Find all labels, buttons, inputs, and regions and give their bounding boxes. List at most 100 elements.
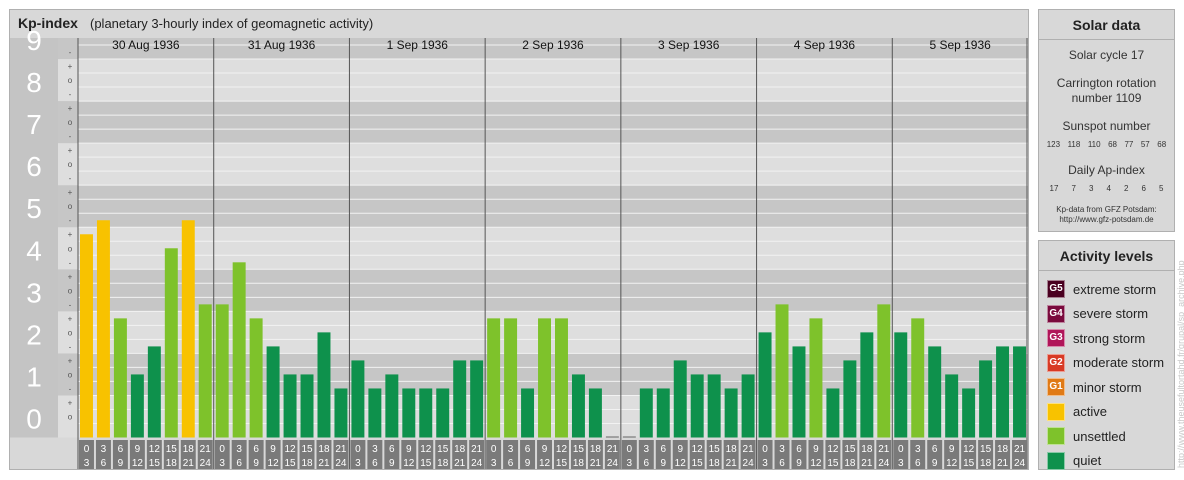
hour-end-label: 15: [827, 458, 839, 469]
hour-start-label: 6: [932, 444, 938, 455]
activity-level-item: G2 moderate storm: [1039, 351, 1174, 376]
kp-bar: [385, 374, 399, 438]
hour-end-label: 9: [932, 458, 938, 469]
sub-tick-label: -: [69, 258, 72, 267]
hour-end-label: 24: [471, 458, 483, 469]
hour-start-label: 0: [84, 444, 90, 455]
level-swatch: G5: [1047, 280, 1065, 299]
watermark-url: http://www.theusefultortahd.fr/grupal/sp…: [1176, 260, 1184, 468]
solar-cycle: Solar cycle 17: [1068, 48, 1145, 62]
ap-value: 3: [1088, 184, 1094, 193]
kp-bar: [758, 332, 772, 438]
kp-bar: [419, 388, 433, 438]
hour-start-label: 6: [253, 444, 259, 455]
data-source-line-1: Kp-data from GFZ Potsdam:: [1056, 205, 1157, 214]
kp-bar: [962, 388, 976, 438]
kp-bar: [979, 360, 993, 438]
y-tick-label: 1: [26, 361, 42, 392]
sub-tick-label: -: [69, 90, 72, 99]
kp-bar: [656, 388, 670, 438]
sub-tick-label: o: [68, 244, 73, 253]
level-label: extreme storm: [1073, 281, 1157, 297]
kp-bar: [690, 374, 704, 438]
hour-start-label: 3: [236, 444, 242, 455]
kp-bar: [80, 234, 93, 438]
sub-tick-label: o: [68, 118, 73, 127]
hour-end-label: 15: [963, 458, 975, 469]
level-label: moderate storm: [1073, 355, 1165, 371]
hour-start-label: 3: [915, 444, 921, 455]
hour-start-label: 18: [590, 444, 602, 455]
kp-bar: [181, 220, 195, 438]
kp-bar: [521, 388, 535, 438]
hour-start-label: 15: [166, 444, 178, 455]
y-tick-label: 4: [26, 235, 42, 266]
kp-bar: [707, 374, 721, 438]
sub-tick-label: +: [68, 188, 73, 197]
sunspot-value: 123: [1046, 140, 1061, 149]
kp-bar: [928, 346, 942, 438]
ap-value: 2: [1123, 184, 1129, 193]
hour-end-label: 24: [607, 458, 619, 469]
hour-start-label: 12: [963, 444, 975, 455]
y-tick-label: 5: [26, 193, 42, 224]
y-tick-label: 0: [26, 403, 42, 434]
sunspot-values: 123 118 110 68 77 57 68: [1039, 140, 1174, 149]
level-swatch: G3: [1047, 329, 1065, 348]
hour-start-label: 12: [420, 444, 432, 455]
day-label: 1 Sep 1936: [387, 38, 449, 52]
kp-bar: [130, 374, 144, 438]
activity-level-item: G1 minor storm: [1039, 375, 1174, 400]
data-source-link[interactable]: http://www.gfz-potsdam.de: [1039, 215, 1174, 225]
hour-start-label: 21: [471, 444, 483, 455]
kp-bar: [605, 436, 619, 438]
kp-bar: [453, 360, 467, 438]
hour-start-label: 12: [692, 444, 704, 455]
hour-end-label: 21: [318, 458, 330, 469]
band-row: [58, 227, 1028, 270]
hour-end-label: 9: [253, 458, 259, 469]
hour-start-label: 15: [573, 444, 585, 455]
hour-start-label: 9: [542, 444, 548, 455]
activity-level-item: G3 strong storm: [1039, 326, 1174, 351]
hour-end-label: 3: [898, 458, 904, 469]
hour-end-label: 12: [132, 458, 144, 469]
hour-end-label: 9: [525, 458, 531, 469]
kp-bar: [826, 388, 840, 438]
hour-start-label: 18: [318, 444, 330, 455]
hour-end-label: 12: [268, 458, 280, 469]
band-row: [58, 143, 1028, 186]
kp-chart-panel: Kp-index (planetary 3-hourly index of ge…: [9, 9, 1029, 470]
level-label: severe storm: [1073, 306, 1149, 322]
sub-tick-label: +: [68, 314, 73, 323]
kp-bar: [622, 436, 636, 438]
day-label: 2 Sep 1936: [522, 38, 584, 52]
kp-bar: [215, 304, 229, 438]
hour-start-label: 9: [677, 444, 683, 455]
hour-start-label: 21: [743, 444, 755, 455]
hour-end-label: 9: [796, 458, 802, 469]
sub-tick-label: o: [68, 370, 73, 379]
sub-tick-label: -: [69, 132, 72, 141]
hour-start-label: 18: [726, 444, 738, 455]
hour-end-label: 24: [743, 458, 755, 469]
hour-start-label: 3: [372, 444, 378, 455]
kp-bar: [402, 388, 416, 438]
kp-bar: [334, 388, 348, 438]
level-label: unsettled: [1073, 428, 1126, 444]
hour-end-label: 18: [709, 458, 721, 469]
hour-start-label: 12: [556, 444, 568, 455]
sunspot-value: 118: [1067, 140, 1081, 149]
y-tick-label: 8: [26, 67, 42, 98]
y-tick-label: 7: [26, 109, 42, 140]
y-tick-label: 6: [26, 151, 42, 182]
sub-tick-label: o: [68, 76, 73, 85]
sub-tick-label: +: [68, 230, 73, 239]
hour-start-label: 12: [827, 444, 839, 455]
kp-bar: [724, 388, 738, 438]
hour-start-label: 3: [508, 444, 514, 455]
activity-levels-heading: Activity levels: [1039, 241, 1174, 271]
kp-bar: [96, 220, 110, 438]
hour-start-label: 18: [183, 444, 195, 455]
hour-end-label: 9: [389, 458, 395, 469]
